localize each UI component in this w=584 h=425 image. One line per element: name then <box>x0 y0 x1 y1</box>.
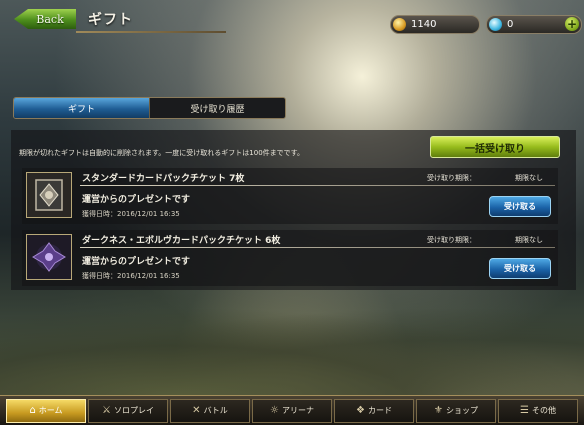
nav-other-label: その他 <box>531 406 556 415</box>
receive-button[interactable]: 受け取る <box>489 196 551 217</box>
gift-date: 獲得日時：2016/12/01 16:35 <box>82 272 180 280</box>
swords-icon: ⚔ <box>102 405 111 416</box>
home-icon: ⌂ <box>29 405 36 416</box>
card-icon: ❖ <box>356 405 365 416</box>
shop-icon: ⚜ <box>434 405 443 416</box>
battle-icon: ✕ <box>192 405 201 416</box>
back-button-label: Back <box>36 12 64 26</box>
gift-tabs: ギフト 受け取り履歴 <box>13 97 286 119</box>
tab-history[interactable]: 受け取り履歴 <box>149 98 285 118</box>
nav-battle[interactable]: ✕ バトル <box>170 398 250 423</box>
arena-icon: ☼ <box>270 405 279 416</box>
nav-home-label: ホーム <box>38 406 63 415</box>
notice-text: 期限が切れたギフトは自動的に削除されます。一度に受け取れるギフトは100件までで… <box>19 149 304 157</box>
nav-solo-play[interactable]: ⚔ ソロプレイ <box>88 398 168 423</box>
gift-row: スタンダードカードパックチケット 7枚 受け取り期限： 期限なし 運営からのプレ… <box>22 168 558 224</box>
nav-battle-label: バトル <box>203 406 228 415</box>
gold-coin-icon <box>393 18 406 31</box>
gift-sender: 運営からのプレゼントです <box>82 195 191 205</box>
expiry-value: 期限なし <box>515 236 543 244</box>
back-button[interactable]: Back <box>14 9 76 29</box>
gift-row: ダークネス・エボルヴカードパックチケット 6枚 受け取り期限： 期限なし 運営か… <box>22 230 558 286</box>
expiry-value: 期限なし <box>515 174 543 182</box>
row-divider <box>80 185 555 186</box>
receive-button-label: 受け取る <box>504 264 536 273</box>
expiry-label: 受け取り期限： <box>427 174 476 182</box>
gift-name: ダークネス・エボルヴカードパックチケット 6枚 <box>82 236 281 246</box>
darkness-evolve-pack-ticket-icon <box>26 234 72 280</box>
gold-amount: 1140 <box>411 19 437 30</box>
gold-currency: 1140 <box>390 15 480 34</box>
receive-button[interactable]: 受け取る <box>489 258 551 279</box>
gift-sender: 運営からのプレゼントです <box>82 257 191 267</box>
row-divider <box>80 247 555 248</box>
crystal-icon <box>489 18 502 31</box>
crystal-amount: 0 <box>507 19 514 30</box>
title-underline <box>76 31 226 33</box>
tab-gift[interactable]: ギフト <box>14 98 149 118</box>
add-crystal-button[interactable]: + <box>565 17 579 31</box>
receive-button-label: 受け取る <box>504 202 536 211</box>
expiry-label: 受け取り期限： <box>427 236 476 244</box>
bottom-nav: ⌂ ホーム ⚔ ソロプレイ ✕ バトル ☼ アリーナ ❖ カード ⚜ ショップ … <box>0 395 584 425</box>
nav-shop[interactable]: ⚜ ショップ <box>416 398 496 423</box>
standard-pack-ticket-icon <box>26 172 72 218</box>
nav-other[interactable]: ☰ その他 <box>498 398 578 423</box>
bulk-receive-label: 一括受け取り <box>465 143 525 155</box>
other-icon: ☰ <box>520 405 529 416</box>
gift-date: 獲得日時：2016/12/01 16:35 <box>82 210 180 218</box>
page-title: ギフト <box>88 12 133 28</box>
gift-name: スタンダードカードパックチケット 7枚 <box>82 174 245 184</box>
background-landscape <box>0 307 584 397</box>
nav-arena-label: アリーナ <box>281 406 314 415</box>
nav-card[interactable]: ❖ カード <box>334 398 414 423</box>
nav-home[interactable]: ⌂ ホーム <box>6 398 86 423</box>
nav-shop-label: ショップ <box>445 406 478 415</box>
nav-solo-play-label: ソロプレイ <box>113 406 154 415</box>
bulk-receive-button[interactable]: 一括受け取り <box>430 136 560 158</box>
nav-arena[interactable]: ☼ アリーナ <box>252 398 332 423</box>
crystal-currency: 0 + <box>486 15 582 34</box>
nav-card-label: カード <box>367 406 392 415</box>
